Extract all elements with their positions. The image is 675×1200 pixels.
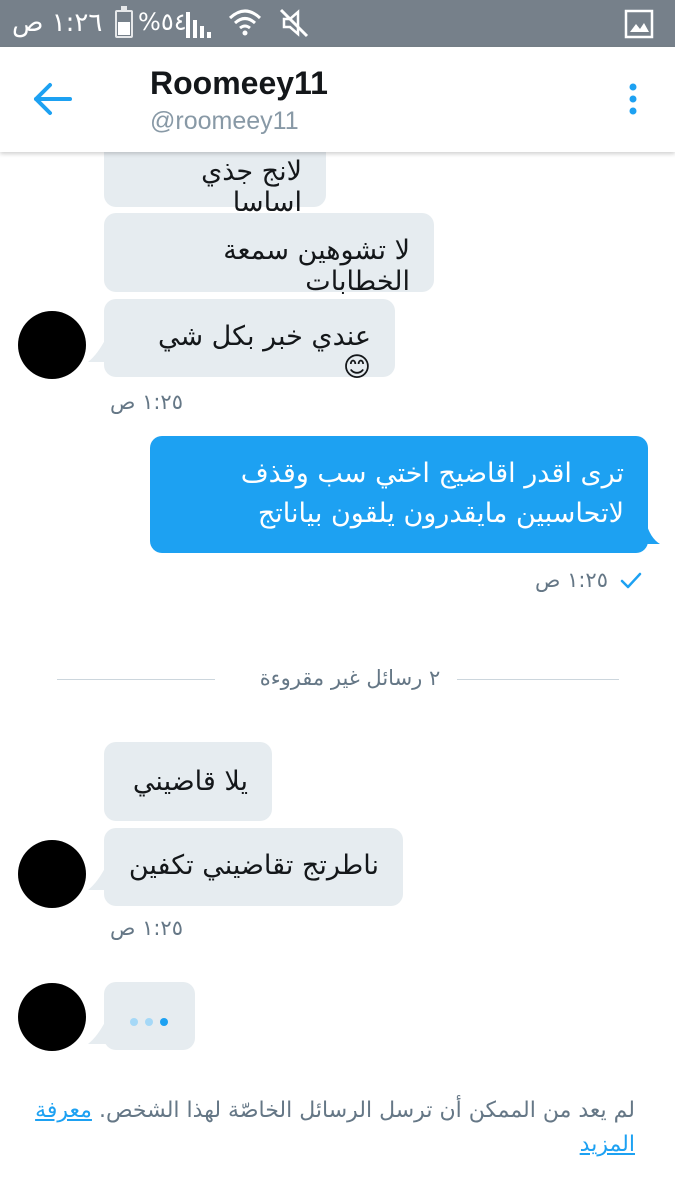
avatar[interactable] bbox=[18, 840, 86, 908]
dm-disabled-notice: لم يعد من الممكن أن ترسل الرسائل الخاصّة… bbox=[30, 1094, 635, 1162]
more-vertical-icon[interactable] bbox=[622, 81, 644, 121]
message-text: لا تشوهين سمعة الخطابات bbox=[223, 235, 410, 297]
signal-icon bbox=[186, 12, 211, 38]
typing-dots-icon bbox=[130, 1011, 175, 1030]
conversation-header: Roomeey11 @roomeey11 bbox=[0, 47, 675, 152]
avatar[interactable] bbox=[18, 983, 86, 1051]
received-message[interactable]: لا تشوهين سمعة الخطابات bbox=[104, 213, 434, 297]
status-bar: ١:٢٦ ص %٥٤ bbox=[0, 0, 675, 47]
bubble-tail bbox=[88, 1020, 106, 1044]
battery-percent: %٥٤ bbox=[138, 8, 187, 36]
divider-line bbox=[57, 679, 215, 680]
gallery-icon bbox=[624, 9, 654, 39]
sent-message[interactable]: ترى اقدر اقاضيج اختي سب وقذف لاتحاسبين م… bbox=[150, 436, 648, 553]
received-message[interactable]: عندي خبر بكل شي 😊 bbox=[104, 299, 395, 383]
message-timestamp: ١:٢٥ ص bbox=[110, 916, 183, 940]
message-line: ترى اقدر اقاضيج اختي سب وقذف bbox=[240, 458, 624, 489]
bubble-tail bbox=[646, 522, 660, 544]
back-arrow-icon[interactable] bbox=[30, 79, 74, 119]
sent-check-icon bbox=[620, 572, 642, 589]
received-message[interactable]: ناطرتج تقاضيني تكفين bbox=[104, 828, 403, 906]
battery-icon bbox=[115, 6, 133, 38]
contact-handle[interactable]: @roomeey11 bbox=[150, 107, 299, 136]
bubble-tail bbox=[88, 338, 106, 362]
message-text: ناطرتج تقاضيني تكفين bbox=[128, 850, 379, 881]
notice-text: لم يعد من الممكن أن ترسل الرسائل الخاصّة… bbox=[98, 1098, 635, 1123]
received-message[interactable]: يلا قاضيني bbox=[104, 742, 272, 821]
status-time: ١:٢٦ ص bbox=[12, 8, 103, 38]
bubble-tail bbox=[88, 866, 106, 890]
avatar[interactable] bbox=[18, 311, 86, 379]
message-line: لاتحاسبين مايقدرون يلقون بياناتج bbox=[257, 498, 624, 529]
contact-name[interactable]: Roomeey11 bbox=[150, 65, 328, 102]
divider-line bbox=[457, 679, 619, 680]
unread-divider: ٢ رسائل غير مقروءة bbox=[259, 666, 441, 690]
mute-icon bbox=[279, 8, 309, 38]
message-timestamp: ١:٢٥ ص bbox=[110, 390, 183, 414]
message-timestamp: ١:٢٥ ص bbox=[535, 568, 608, 592]
message-text: لانج جذي اساسا bbox=[201, 156, 302, 218]
wifi-icon bbox=[228, 9, 262, 36]
message-text: عندي خبر بكل شي 😊 bbox=[157, 321, 371, 383]
message-text: يلا قاضيني bbox=[132, 766, 248, 797]
